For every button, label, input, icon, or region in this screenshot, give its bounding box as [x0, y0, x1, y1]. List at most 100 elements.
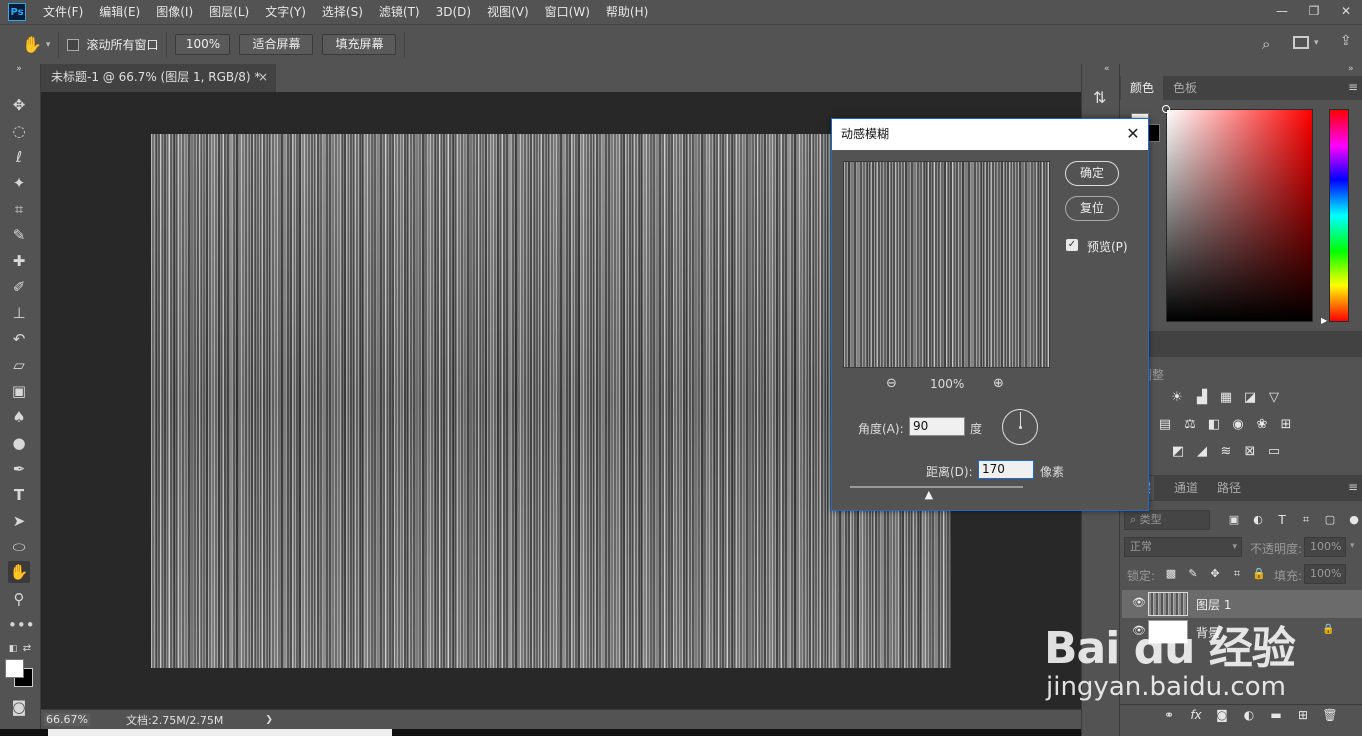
color-picker-field[interactable]: [1166, 109, 1313, 322]
hue-slider-handle-icon[interactable]: ▶: [1321, 316, 1327, 325]
angle-input[interactable]: 90: [909, 417, 965, 436]
visibility-eye-icon[interactable]: 👁: [1132, 596, 1146, 609]
invert-icon[interactable]: ◩: [1170, 444, 1186, 460]
menu-edit[interactable]: 编辑(E): [92, 0, 149, 24]
lock-position-icon[interactable]: ✥: [1207, 566, 1223, 582]
angle-dial[interactable]: [1002, 409, 1038, 445]
distance-input[interactable]: 170: [978, 460, 1034, 479]
hand-tool-icon[interactable]: ✋: [8, 561, 30, 583]
blend-mode-select[interactable]: 正常 ▾: [1124, 537, 1242, 557]
reset-button[interactable]: 复位: [1065, 196, 1119, 221]
color-balance-icon[interactable]: ⚖: [1182, 417, 1198, 433]
zoom-100-button[interactable]: 100%: [175, 34, 231, 55]
menu-view[interactable]: 视图(V): [480, 0, 538, 24]
status-menu-arrow[interactable]: ❯: [265, 715, 273, 725]
zoom-level[interactable]: 66.67%: [44, 713, 90, 726]
filter-adjustment-icon[interactable]: ◐: [1250, 512, 1266, 528]
zoom-in-icon[interactable]: ⊕: [993, 376, 1004, 391]
share-icon[interactable]: ⇪: [1340, 33, 1352, 49]
color-field-handle-icon[interactable]: [1162, 105, 1170, 113]
selective-color-icon[interactable]: ⊠: [1242, 444, 1258, 460]
brush-tool-icon[interactable]: ✐: [8, 276, 30, 298]
preview-checkbox[interactable]: ✓: [1066, 239, 1078, 251]
filter-type-icon[interactable]: T: [1274, 512, 1290, 528]
filter-pixel-icon[interactable]: ▣: [1226, 512, 1242, 528]
lock-paint-icon[interactable]: ✎: [1185, 566, 1201, 582]
fill-input[interactable]: 100%: [1304, 564, 1346, 584]
history-brush-tool-icon[interactable]: ↶: [8, 328, 30, 350]
menu-type[interactable]: 文字(Y): [258, 0, 315, 24]
dodge-tool-icon[interactable]: ●: [8, 432, 30, 454]
chevron-down-icon[interactable]: ▾: [1350, 541, 1355, 551]
ok-button[interactable]: 确定: [1065, 161, 1119, 186]
channel-mixer-icon[interactable]: ❀: [1254, 417, 1270, 433]
quick-mask-icon[interactable]: ◙: [8, 696, 30, 718]
hand-tool-preset-icon[interactable]: ✋: [22, 35, 42, 54]
brightness-icon[interactable]: ☀: [1169, 390, 1185, 406]
menu-select[interactable]: 选择(S): [315, 0, 372, 24]
filter-smart-icon[interactable]: ▢: [1322, 512, 1338, 528]
minimize-button[interactable]: —: [1266, 0, 1298, 24]
tab-paths[interactable]: 路径: [1208, 476, 1251, 500]
collapse-icon[interactable]: »: [1348, 64, 1354, 74]
distance-slider-handle[interactable]: ▲: [925, 488, 933, 501]
swap-colors-icon[interactable]: ⇄: [16, 638, 38, 660]
menu-filter[interactable]: 滤镜(T): [372, 0, 429, 24]
menu-help[interactable]: 帮助(H): [599, 0, 657, 24]
levels-icon[interactable]: ▟: [1194, 390, 1210, 406]
lock-all-icon[interactable]: 🔒: [1251, 566, 1267, 582]
move-tool-icon[interactable]: ✥: [8, 94, 30, 116]
tab-close-icon[interactable]: ×: [258, 64, 268, 91]
gradient-map-icon[interactable]: ▭: [1266, 444, 1282, 460]
scroll-all-checkbox[interactable]: [67, 38, 80, 51]
panel-menu-icon[interactable]: ≡: [1348, 480, 1358, 494]
lock-artboard-icon[interactable]: ⌗: [1229, 566, 1245, 582]
pen-tool-icon[interactable]: ✒: [8, 458, 30, 480]
menu-layer[interactable]: 图层(L): [202, 0, 258, 24]
posterize-icon[interactable]: ◢: [1194, 444, 1210, 460]
zoom-out-icon[interactable]: ⊖: [886, 376, 897, 391]
panel-menu-icon[interactable]: ≡: [1348, 80, 1358, 94]
more-tools-icon[interactable]: •••: [8, 614, 35, 636]
threshold-icon[interactable]: ≋: [1218, 444, 1234, 460]
hue-slider[interactable]: [1329, 109, 1349, 322]
fill-screen-button[interactable]: 填充屏幕: [322, 34, 397, 55]
crop-tool-icon[interactable]: ⌗: [8, 198, 30, 220]
gradient-tool-icon[interactable]: ▣: [8, 380, 30, 402]
black-white-icon[interactable]: ◧: [1206, 417, 1222, 433]
magic-wand-tool-icon[interactable]: ✦: [8, 172, 30, 194]
path-selection-tool-icon[interactable]: ➤: [8, 510, 30, 532]
vibrance-icon[interactable]: ▽: [1266, 390, 1282, 406]
hue-saturation-icon[interactable]: ▤: [1157, 417, 1173, 433]
eyedropper-tool-icon[interactable]: ✎: [8, 224, 30, 246]
blur-preview[interactable]: [843, 161, 1050, 368]
document-tab[interactable]: 未标题-1 @ 66.7% (图层 1, RGB/8) * ×: [41, 64, 276, 92]
search-icon[interactable]: ⌕: [1262, 35, 1270, 53]
opacity-input[interactable]: 100%: [1304, 537, 1346, 557]
collapse-icon[interactable]: «: [1104, 64, 1110, 74]
lasso-tool-icon[interactable]: ℓ: [8, 146, 30, 168]
close-icon[interactable]: ✕: [1124, 125, 1142, 143]
photo-filter-icon[interactable]: ◉: [1230, 417, 1246, 433]
eraser-tool-icon[interactable]: ▱: [8, 354, 30, 376]
dialog-titlebar[interactable]: 动感模糊: [832, 119, 1148, 150]
healing-brush-tool-icon[interactable]: ✚: [8, 250, 30, 272]
collapse-icon[interactable]: »: [8, 64, 30, 86]
distance-slider-track[interactable]: [850, 486, 1023, 488]
blur-tool-icon[interactable]: ♠: [8, 406, 30, 428]
lock-transparent-icon[interactable]: ▩: [1163, 566, 1179, 582]
curves-icon[interactable]: ▦: [1218, 390, 1234, 406]
history-panel-icon[interactable]: ⇅: [1093, 88, 1106, 107]
color-lookup-icon[interactable]: ⊞: [1278, 417, 1294, 433]
menu-window[interactable]: 窗口(W): [538, 0, 599, 24]
tab-color[interactable]: 颜色: [1121, 76, 1164, 100]
menu-3d[interactable]: 3D(D): [429, 0, 480, 24]
zoom-tool-icon[interactable]: ⚲: [8, 588, 30, 610]
ellipse-tool-icon[interactable]: ⬭: [8, 536, 30, 558]
fit-screen-button[interactable]: 适合屏幕: [239, 34, 314, 55]
foreground-color-swatch[interactable]: [5, 659, 24, 678]
exposure-icon[interactable]: ◪: [1242, 390, 1258, 406]
close-window-button[interactable]: ✕: [1330, 0, 1362, 24]
marquee-tool-icon[interactable]: ◌: [8, 120, 30, 142]
chevron-down-icon[interactable]: ▾: [1314, 38, 1319, 48]
